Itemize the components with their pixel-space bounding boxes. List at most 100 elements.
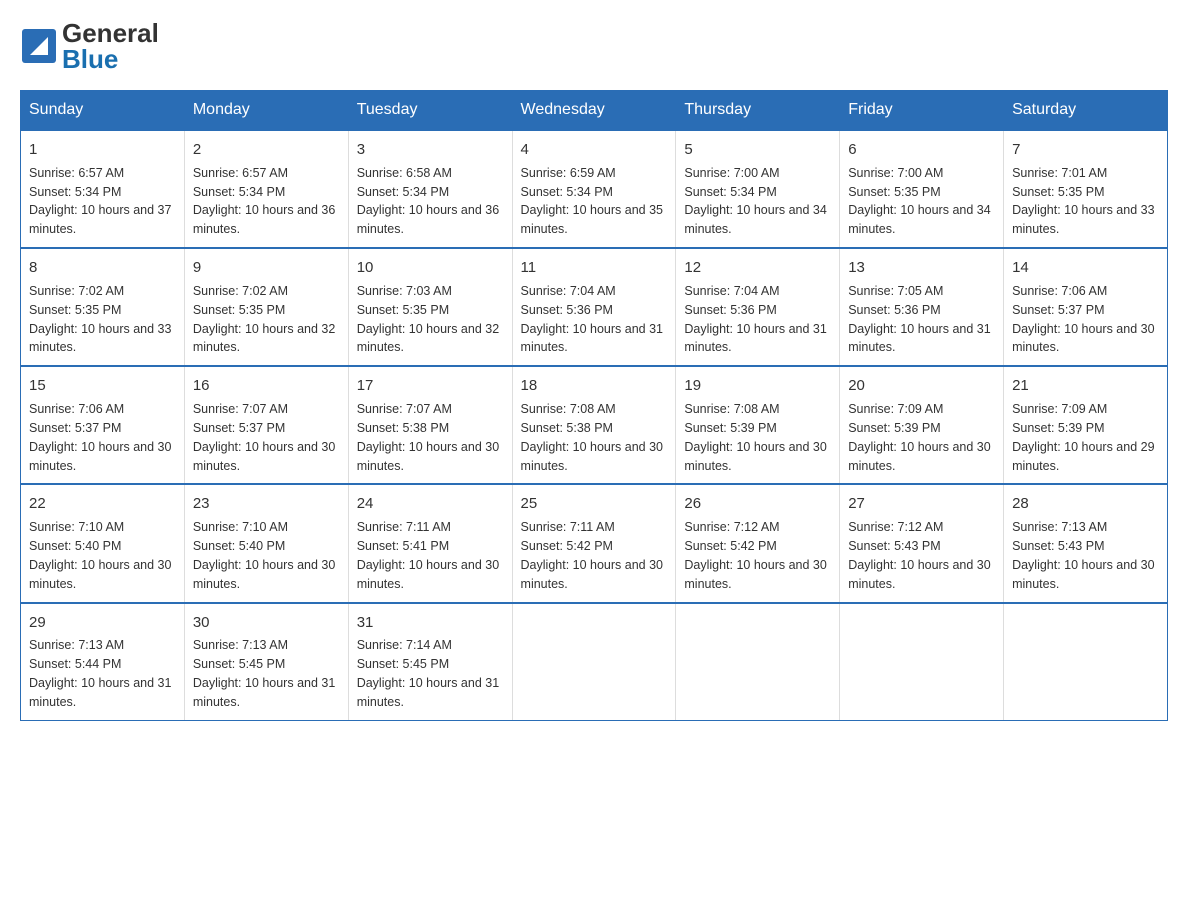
day-info: Sunrise: 7:12 AMSunset: 5:42 PMDaylight:… (684, 520, 826, 591)
calendar-cell: 7 Sunrise: 7:01 AMSunset: 5:35 PMDaylight… (1004, 130, 1168, 248)
calendar-cell: 28 Sunrise: 7:13 AMSunset: 5:43 PMDayligh… (1004, 484, 1168, 602)
day-number: 25 (521, 493, 668, 515)
calendar-cell: 3 Sunrise: 6:58 AMSunset: 5:34 PMDaylight… (348, 130, 512, 248)
calendar-cell: 24 Sunrise: 7:11 AMSunset: 5:41 PMDayligh… (348, 484, 512, 602)
day-info: Sunrise: 7:13 AMSunset: 5:43 PMDaylight:… (1012, 520, 1154, 591)
week-row-3: 15 Sunrise: 7:06 AMSunset: 5:37 PMDayligh… (21, 366, 1168, 484)
day-info: Sunrise: 7:03 AMSunset: 5:35 PMDaylight:… (357, 284, 499, 355)
day-number: 10 (357, 257, 504, 279)
calendar-cell: 6Sunrise: 7:00 AMSunset: 5:35 PMDaylight… (840, 130, 1004, 248)
calendar-cell: 10 Sunrise: 7:03 AMSunset: 5:35 PMDayligh… (348, 248, 512, 366)
calendar-cell: 17 Sunrise: 7:07 AMSunset: 5:38 PMDayligh… (348, 366, 512, 484)
day-info: Sunrise: 7:00 AMSunset: 5:34 PMDaylight:… (684, 166, 826, 237)
logo: General Blue (20, 20, 159, 72)
day-info: Sunrise: 7:01 AMSunset: 5:35 PMDaylight:… (1012, 166, 1154, 237)
day-number: 29 (29, 612, 176, 634)
day-number: 21 (1012, 375, 1159, 397)
day-info: Sunrise: 7:04 AMSunset: 5:36 PMDaylight:… (684, 284, 826, 355)
header-thursday: Thursday (676, 91, 840, 131)
day-number: 16 (193, 375, 340, 397)
day-number: 13 (848, 257, 995, 279)
day-number: 5 (684, 139, 831, 161)
calendar-cell: 19 Sunrise: 7:08 AMSunset: 5:39 PMDayligh… (676, 366, 840, 484)
header-monday: Monday (184, 91, 348, 131)
header-sunday: Sunday (21, 91, 185, 131)
day-number: 19 (684, 375, 831, 397)
calendar-cell: 26 Sunrise: 7:12 AMSunset: 5:42 PMDayligh… (676, 484, 840, 602)
day-info: Sunrise: 7:06 AMSunset: 5:37 PMDaylight:… (29, 402, 171, 473)
calendar-cell: 2 Sunrise: 6:57 AMSunset: 5:34 PMDaylight… (184, 130, 348, 248)
day-info: Sunrise: 6:58 AMSunset: 5:34 PMDaylight:… (357, 166, 499, 237)
day-info: Sunrise: 7:07 AMSunset: 5:38 PMDaylight:… (357, 402, 499, 473)
calendar-cell: 16 Sunrise: 7:07 AMSunset: 5:37 PMDayligh… (184, 366, 348, 484)
calendar-table: SundayMondayTuesdayWednesdayThursdayFrid… (20, 90, 1168, 721)
header-friday: Friday (840, 91, 1004, 131)
calendar-cell: 9 Sunrise: 7:02 AMSunset: 5:35 PMDaylight… (184, 248, 348, 366)
day-number: 28 (1012, 493, 1159, 515)
day-number: 3 (357, 139, 504, 161)
day-number: 22 (29, 493, 176, 515)
calendar-cell: 13 Sunrise: 7:05 AMSunset: 5:36 PMDayligh… (840, 248, 1004, 366)
calendar-cell: 11 Sunrise: 7:04 AMSunset: 5:36 PMDayligh… (512, 248, 676, 366)
day-info: Sunrise: 7:12 AMSunset: 5:43 PMDaylight:… (848, 520, 990, 591)
day-number: 6 (848, 139, 995, 161)
day-info: Sunrise: 6:57 AMSunset: 5:34 PMDaylight:… (29, 166, 171, 237)
day-info: Sunrise: 7:08 AMSunset: 5:39 PMDaylight:… (684, 402, 826, 473)
calendar-cell: 22 Sunrise: 7:10 AMSunset: 5:40 PMDayligh… (21, 484, 185, 602)
calendar-cell (1004, 603, 1168, 721)
calendar-cell: 30Sunrise: 7:13 AMSunset: 5:45 PMDayligh… (184, 603, 348, 721)
day-info: Sunrise: 6:59 AMSunset: 5:34 PMDaylight:… (521, 166, 663, 237)
day-info: Sunrise: 7:05 AMSunset: 5:36 PMDaylight:… (848, 284, 990, 355)
calendar-cell: 20Sunrise: 7:09 AMSunset: 5:39 PMDayligh… (840, 366, 1004, 484)
calendar-cell: 5 Sunrise: 7:00 AMSunset: 5:34 PMDaylight… (676, 130, 840, 248)
logo-blue-text: Blue (62, 46, 159, 72)
day-info: Sunrise: 7:10 AMSunset: 5:40 PMDaylight:… (29, 520, 171, 591)
day-info: Sunrise: 7:02 AMSunset: 5:35 PMDaylight:… (193, 284, 335, 355)
day-info: Sunrise: 7:13 AMSunset: 5:44 PMDaylight:… (29, 638, 171, 709)
day-info: Sunrise: 6:57 AMSunset: 5:34 PMDaylight:… (193, 166, 335, 237)
day-number: 1 (29, 139, 176, 161)
day-info: Sunrise: 7:11 AMSunset: 5:41 PMDaylight:… (357, 520, 499, 591)
calendar-cell: 18 Sunrise: 7:08 AMSunset: 5:38 PMDayligh… (512, 366, 676, 484)
day-info: Sunrise: 7:09 AMSunset: 5:39 PMDaylight:… (1012, 402, 1154, 473)
calendar-cell: 23 Sunrise: 7:10 AMSunset: 5:40 PMDayligh… (184, 484, 348, 602)
day-number: 24 (357, 493, 504, 515)
calendar-cell: 14Sunrise: 7:06 AMSunset: 5:37 PMDayligh… (1004, 248, 1168, 366)
day-number: 31 (357, 612, 504, 634)
day-info: Sunrise: 7:10 AMSunset: 5:40 PMDaylight:… (193, 520, 335, 591)
day-number: 12 (684, 257, 831, 279)
calendar-cell: 21 Sunrise: 7:09 AMSunset: 5:39 PMDayligh… (1004, 366, 1168, 484)
calendar-cell: 31 Sunrise: 7:14 AMSunset: 5:45 PMDayligh… (348, 603, 512, 721)
logo-icon (20, 27, 58, 65)
day-info: Sunrise: 7:14 AMSunset: 5:45 PMDaylight:… (357, 638, 499, 709)
day-number: 15 (29, 375, 176, 397)
day-info: Sunrise: 7:08 AMSunset: 5:38 PMDaylight:… (521, 402, 663, 473)
day-number: 18 (521, 375, 668, 397)
calendar-cell: 4 Sunrise: 6:59 AMSunset: 5:34 PMDaylight… (512, 130, 676, 248)
calendar-cell: 27Sunrise: 7:12 AMSunset: 5:43 PMDayligh… (840, 484, 1004, 602)
day-info: Sunrise: 7:04 AMSunset: 5:36 PMDaylight:… (521, 284, 663, 355)
day-number: 23 (193, 493, 340, 515)
day-number: 9 (193, 257, 340, 279)
day-number: 4 (521, 139, 668, 161)
header-saturday: Saturday (1004, 91, 1168, 131)
calendar-cell: 1 Sunrise: 6:57 AMSunset: 5:34 PMDaylight… (21, 130, 185, 248)
header-wednesday: Wednesday (512, 91, 676, 131)
logo-general-text: General (62, 20, 159, 46)
calendar-cell: 15 Sunrise: 7:06 AMSunset: 5:37 PMDayligh… (21, 366, 185, 484)
day-info: Sunrise: 7:02 AMSunset: 5:35 PMDaylight:… (29, 284, 171, 355)
day-number: 11 (521, 257, 668, 279)
day-number: 26 (684, 493, 831, 515)
week-row-4: 22 Sunrise: 7:10 AMSunset: 5:40 PMDayligh… (21, 484, 1168, 602)
day-info: Sunrise: 7:11 AMSunset: 5:42 PMDaylight:… (521, 520, 663, 591)
day-number: 30 (193, 612, 340, 634)
day-number: 20 (848, 375, 995, 397)
calendar-cell (676, 603, 840, 721)
day-info: Sunrise: 7:07 AMSunset: 5:37 PMDaylight:… (193, 402, 335, 473)
calendar-cell: 29 Sunrise: 7:13 AMSunset: 5:44 PMDayligh… (21, 603, 185, 721)
calendar-cell: 12 Sunrise: 7:04 AMSunset: 5:36 PMDayligh… (676, 248, 840, 366)
day-number: 2 (193, 139, 340, 161)
calendar-cell: 8Sunrise: 7:02 AMSunset: 5:35 PMDaylight… (21, 248, 185, 366)
day-number: 7 (1012, 139, 1159, 161)
day-number: 17 (357, 375, 504, 397)
